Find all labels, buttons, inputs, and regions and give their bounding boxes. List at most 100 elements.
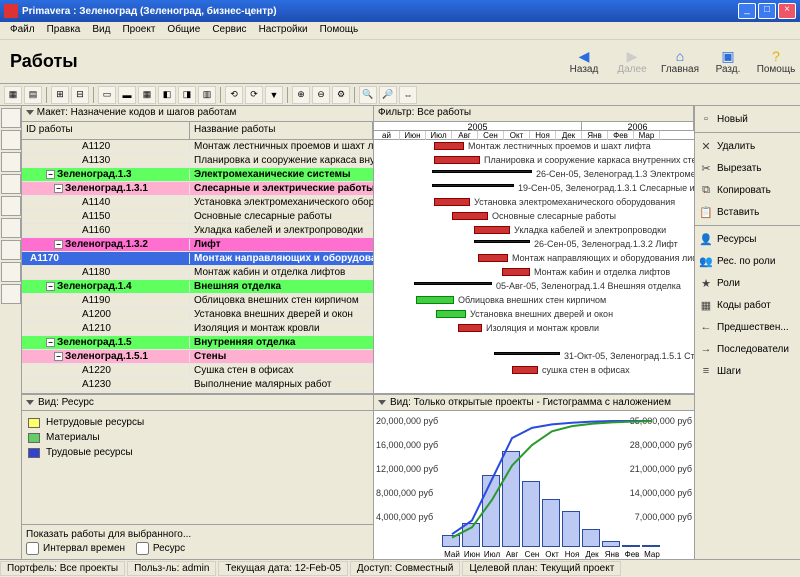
table-row[interactable]: −Зеленоград.1.3.1Слесарные и электрическ… <box>22 182 373 196</box>
tb-15[interactable]: ⊖ <box>312 86 330 104</box>
show-works-label[interactable]: Показать работы для выбранного... <box>26 529 369 540</box>
table-row[interactable]: A1200Установка внешних дверей и окон <box>22 308 373 322</box>
ib-6[interactable] <box>1 218 21 238</box>
action-cut[interactable]: ✂Вырезать <box>695 157 800 179</box>
action-copy[interactable]: ⧉Копировать <box>695 179 800 201</box>
tb-zoomin[interactable]: 🔍 <box>359 86 377 104</box>
gantt-bar[interactable] <box>474 226 510 234</box>
table-row[interactable]: −Зеленоград.1.3.2Лифт <box>22 238 373 252</box>
menu-project[interactable]: Проект <box>116 22 161 39</box>
tb-14[interactable]: ⊕ <box>292 86 310 104</box>
tb-6[interactable]: ▬ <box>118 86 136 104</box>
ib-5[interactable] <box>1 196 21 216</box>
gantt-bar[interactable] <box>434 156 480 164</box>
menu-help[interactable]: Помощь <box>314 22 365 39</box>
bottom-right-header[interactable]: Вид: Только открытые проекты - Гистограм… <box>374 395 694 411</box>
tb-13[interactable]: ▼ <box>265 86 283 104</box>
action-succ[interactable]: →Последователи <box>695 338 800 360</box>
table-row[interactable]: −Зеленоград.1.3Электромеханические систе… <box>22 168 373 182</box>
tb-11[interactable]: ⟲ <box>225 86 243 104</box>
table-row[interactable]: A1160Укладка кабелей и электропроводки <box>22 224 373 238</box>
table-row[interactable]: A1140Установка электромеханического обор… <box>22 196 373 210</box>
gantt-bar[interactable] <box>436 310 466 318</box>
nav-dir[interactable]: ▣Разд. <box>704 48 752 75</box>
ib-2[interactable] <box>1 130 21 150</box>
action-role[interactable]: 👥Рес. по роли <box>695 250 800 272</box>
gantt-bar[interactable] <box>478 254 508 262</box>
action-doc[interactable]: ▫Новый <box>695 108 800 130</box>
table-row[interactable]: A1170Монтаж направляющих и оборудования … <box>22 252 373 266</box>
filter-label[interactable]: Фильтр: Все работы <box>374 106 694 121</box>
layout-label[interactable]: Макет: Назначение кодов и шагов работам <box>22 106 374 121</box>
tb-1[interactable]: ▦ <box>4 86 22 104</box>
chk-interval[interactable] <box>26 542 39 555</box>
action-roles[interactable]: ★Роли <box>695 272 800 294</box>
chk-resource[interactable] <box>136 542 149 555</box>
gantt-bar[interactable] <box>434 198 470 206</box>
close-button[interactable]: × <box>778 3 796 19</box>
table-row[interactable]: A1130Планировка и сооружение каркаса вну <box>22 154 373 168</box>
bottom-left-header[interactable]: Вид: Ресурс <box>22 395 373 411</box>
gantt-bar[interactable] <box>414 282 492 285</box>
table-row[interactable]: −Зеленоград.1.5.1Стены <box>22 350 373 364</box>
tb-9[interactable]: ◨ <box>178 86 196 104</box>
action-res[interactable]: 👤Ресурсы <box>695 228 800 250</box>
menu-settings[interactable]: Настройки <box>253 22 314 39</box>
gantt-bar[interactable] <box>434 142 464 150</box>
gantt-bar[interactable] <box>502 268 530 276</box>
tb-10[interactable]: ▥ <box>198 86 216 104</box>
tb-3[interactable]: ⊞ <box>51 86 69 104</box>
action-paste[interactable]: 📋Вставить <box>695 201 800 223</box>
gantt-bar[interactable] <box>432 170 532 173</box>
ib-4[interactable] <box>1 174 21 194</box>
tb-7[interactable]: ▦ <box>138 86 156 104</box>
nav-help[interactable]: ?Помощь <box>752 48 800 75</box>
table-row[interactable]: A1210Изоляция и монтаж кровли <box>22 322 373 336</box>
table-row[interactable]: A1220Сушка стен в офисах <box>22 364 373 378</box>
table-row[interactable]: −Зеленоград.1.5Внутренняя отделка <box>22 336 373 350</box>
tb-16[interactable]: ⚙ <box>332 86 350 104</box>
table-row[interactable]: A1150Основные слесарные работы <box>22 210 373 224</box>
gantt-bar[interactable] <box>458 324 482 332</box>
ib-9[interactable] <box>1 284 21 304</box>
expander-icon[interactable]: − <box>46 170 55 179</box>
ib-8[interactable] <box>1 262 21 282</box>
col-name[interactable]: Название работы <box>190 122 373 139</box>
histogram-chart[interactable]: 4,000,000 руб8,000,000 руб12,000,000 руб… <box>374 411 694 559</box>
menu-service[interactable]: Сервис <box>206 22 252 39</box>
menu-general[interactable]: Общие <box>161 22 206 39</box>
gantt-bar[interactable] <box>494 352 560 355</box>
gantt-bar[interactable] <box>416 296 454 304</box>
gantt-bar[interactable] <box>432 184 514 187</box>
table-row[interactable]: A1120Монтаж лестничных проемов и шахт ли… <box>22 140 373 154</box>
table-row[interactable]: A1230Выполнение малярных работ <box>22 378 373 392</box>
menu-file[interactable]: Файл <box>4 22 41 39</box>
tb-4[interactable]: ⊟ <box>71 86 89 104</box>
tb-8[interactable]: ◧ <box>158 86 176 104</box>
table-row[interactable]: −Зеленоград.1.4Внешняя отделка <box>22 280 373 294</box>
menu-view[interactable]: Вид <box>86 22 116 39</box>
nav-back[interactable]: ◀Назад <box>560 48 608 75</box>
table-row[interactable]: A1180Монтаж кабин и отделка лифтов <box>22 266 373 280</box>
menu-edit[interactable]: Правка <box>41 22 87 39</box>
table-row[interactable]: A1190Облицовка внешних стен кирпичом <box>22 294 373 308</box>
gantt-bar[interactable] <box>452 212 488 220</box>
gantt-bar[interactable] <box>512 366 538 374</box>
expander-icon[interactable]: − <box>54 240 63 249</box>
gantt-pane[interactable]: 20052006 айИюнИюлАвгСенОктНояДекЯнвФевМа… <box>374 122 694 393</box>
expander-icon[interactable]: − <box>54 184 63 193</box>
action-pred[interactable]: ←Предшествен... <box>695 316 800 338</box>
ib-1[interactable] <box>1 108 21 128</box>
gantt-bar[interactable] <box>474 240 530 243</box>
nav-forward[interactable]: ▶Далее <box>608 48 656 75</box>
tb-12[interactable]: ⟳ <box>245 86 263 104</box>
action-codes[interactable]: ▦Коды работ <box>695 294 800 316</box>
action-steps[interactable]: ≡Шаги <box>695 360 800 382</box>
ib-7[interactable] <box>1 240 21 260</box>
expander-icon[interactable]: − <box>46 282 55 291</box>
expander-icon[interactable]: − <box>46 338 55 347</box>
ib-3[interactable] <box>1 152 21 172</box>
col-id[interactable]: ID работы <box>22 122 190 139</box>
expander-icon[interactable]: − <box>54 352 63 361</box>
tb-2[interactable]: ▤ <box>24 86 42 104</box>
